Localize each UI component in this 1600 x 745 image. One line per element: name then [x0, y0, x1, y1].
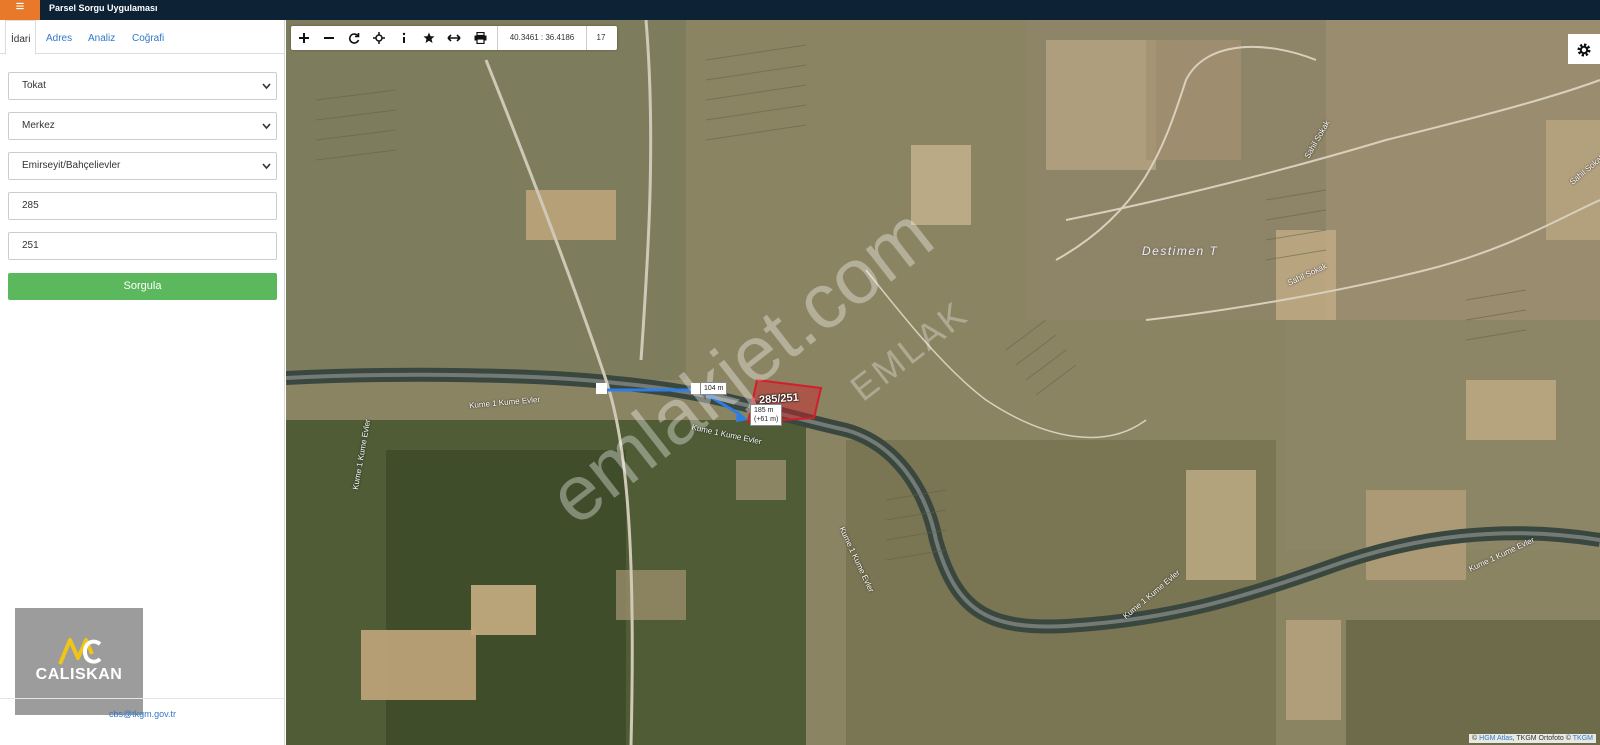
measure-distance2-value: 185 m: [754, 407, 774, 414]
locate-icon[interactable]: [366, 26, 391, 50]
hamburger-icon[interactable]: ≡: [0, 0, 40, 20]
tab-cografi[interactable]: Coğrafi: [127, 20, 169, 54]
district-value: Merkez: [22, 120, 55, 131]
zoom-in-icon[interactable]: [291, 26, 316, 50]
tab-idari[interactable]: İdari: [5, 20, 37, 55]
neighborhood-value: Emirseyit/Bahçelievler: [22, 160, 121, 171]
attribution-prefix: ©: [1472, 735, 1478, 742]
block-number-input[interactable]: 285: [8, 192, 277, 220]
hgm-atlas-link[interactable]: HGM Atlas: [1479, 735, 1512, 742]
measure-distance-label: 104 m: [700, 382, 728, 395]
print-icon[interactable]: [468, 26, 493, 50]
parcel-number-input[interactable]: 251: [8, 232, 277, 260]
measure-icon[interactable]: [441, 26, 466, 50]
satellite-imagery: [286, 20, 1600, 745]
attribution-text: , TKGM Ortofoto ©: [1512, 735, 1571, 742]
tab-analiz[interactable]: Analiz: [83, 20, 120, 54]
parcel-number-value: 251: [22, 240, 39, 251]
chevron-down-icon: [262, 73, 271, 109]
logo-mark-icon: [58, 638, 102, 665]
place-label: Destimen T: [1142, 244, 1219, 258]
zoom-out-icon[interactable]: [316, 26, 341, 50]
refresh-icon[interactable]: [341, 26, 366, 50]
coordinate-readout: 40.3461 : 36.4186: [497, 26, 587, 50]
province-select[interactable]: Tokat: [8, 72, 277, 100]
chevron-down-icon: [262, 153, 271, 189]
block-number-value: 285: [22, 200, 39, 211]
contact-email-link[interactable]: cbs@tkgm.gov.tr: [0, 709, 285, 719]
district-select[interactable]: Merkez: [8, 112, 277, 140]
query-button[interactable]: Sorgula: [8, 273, 277, 300]
measure-elevation-value: (+61 m): [754, 416, 779, 423]
map-toolbar: 40.3461 : 36.4186 17: [291, 26, 617, 50]
sidebar: İdari Adres Analiz Coğrafi Tokat Merkez …: [0, 20, 285, 745]
measure-segment-label: 185 m (+61 m): [750, 404, 783, 426]
chevron-down-icon: [262, 113, 271, 149]
province-value: Tokat: [22, 80, 46, 91]
zoom-level-readout: 17: [596, 33, 606, 42]
neighborhood-select[interactable]: Emirseyit/Bahçelievler: [8, 152, 277, 180]
top-bar: ≡ Parsel Sorgu Uygulaması: [0, 0, 1600, 20]
divider: [0, 698, 285, 699]
info-icon[interactable]: [391, 26, 416, 50]
map-view[interactable]: emlakjet.com EMLAK Kume 1 Kume Evler Kum…: [286, 20, 1600, 745]
tkgm-link[interactable]: TKGM: [1573, 735, 1593, 742]
star-icon[interactable]: [416, 26, 441, 50]
tab-adres[interactable]: Adres: [41, 20, 77, 54]
map-attribution: © HGM Atlas, TKGM Ortofoto © TKGM: [1469, 734, 1596, 743]
tab-bar: İdari Adres Analiz Coğrafi: [0, 20, 285, 55]
logo-text: CALISKAN: [35, 666, 123, 683]
gear-icon[interactable]: [1568, 34, 1600, 64]
app-title: Parsel Sorgu Uygulaması: [49, 3, 158, 13]
